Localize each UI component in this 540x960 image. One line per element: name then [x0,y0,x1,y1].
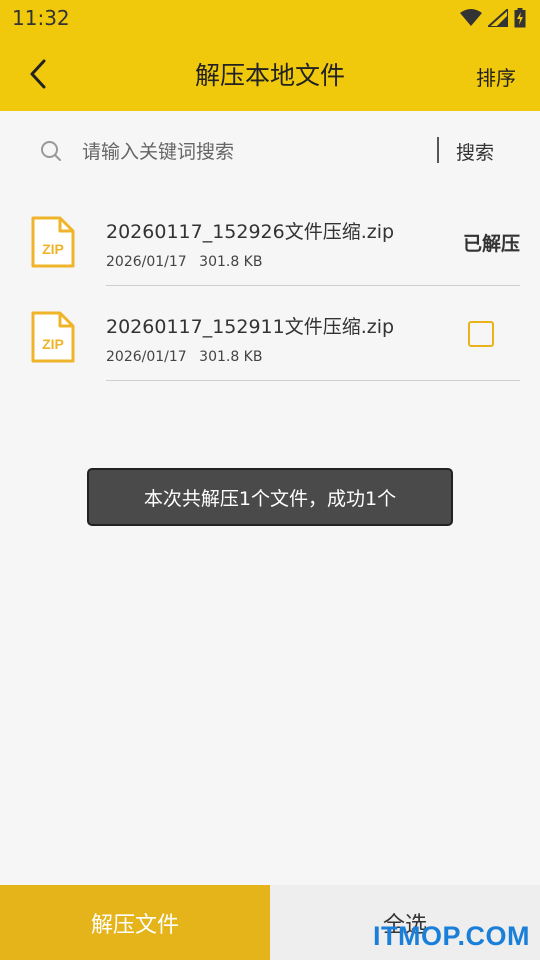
status-bar: 11:32 [0,0,540,36]
extracted-status-label: 已解压 [462,233,520,255]
file-meta: 2026/01/17 301.8 KB [106,254,262,270]
svg-text:ZIP: ZIP [42,241,64,257]
file-size: 301.8 KB [199,349,263,365]
zip-file-icon: ZIP [31,216,75,268]
file-select-checkbox[interactable] [468,321,494,347]
app-bar: 解压本地文件 排序 [0,36,540,111]
extract-files-button[interactable]: 解压文件 [0,885,270,960]
search-bar: 搜索 [0,111,540,191]
file-size: 301.8 KB [199,254,263,270]
wifi-icon [460,9,482,26]
search-divider [437,137,439,163]
file-row[interactable]: ZIP 20260117_152911文件压缩.zip 2026/01/17 3… [0,286,540,381]
file-row[interactable]: ZIP 20260117_152926文件压缩.zip 2026/01/17 3… [0,191,540,286]
row-divider [106,380,520,381]
search-input[interactable] [82,138,422,166]
svg-text:ZIP: ZIP [42,336,64,352]
zip-file-icon: ZIP [31,311,75,363]
file-meta: 2026/01/17 301.8 KB [106,349,262,365]
toast-message: 本次共解压1个文件，成功1个 [87,468,453,526]
signal-icon [488,9,508,27]
search-icon [41,141,61,161]
status-time: 11:32 [12,6,70,30]
battery-charging-icon [514,8,526,28]
file-date: 2026/01/17 [106,254,187,270]
file-name: 20260117_152926文件压缩.zip [106,221,395,243]
watermark-logo: ITMOP.COM [372,921,530,951]
page-title: 解压本地文件 [194,61,345,90]
search-button[interactable]: 搜索 [456,138,494,165]
status-icons [460,7,526,29]
file-name: 20260117_152911文件压缩.zip [106,316,395,338]
sort-button[interactable]: 排序 [476,62,516,91]
file-date: 2026/01/17 [106,349,187,365]
